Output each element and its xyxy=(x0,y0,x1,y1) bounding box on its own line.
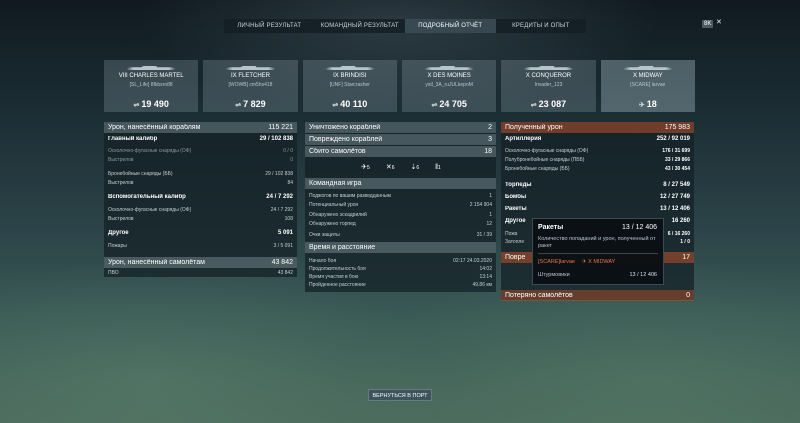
r-ap-row: Бронебойные снаряды (ББ) 43 / 30 454 xyxy=(505,166,690,172)
shots-row: Выстрелов 108 xyxy=(108,216,293,222)
destroyed-row[interactable]: Уничтожено кораблей 2 xyxy=(305,122,496,133)
bombs-row: Бомбы 12 / 27 749 xyxy=(505,194,690,200)
main-battery-row: Главный калибр 29 / 102 838 xyxy=(108,136,293,142)
ship-name: X CONQUEROR xyxy=(525,73,572,79)
spotted-torps-row: Обнаружено торпед 12 xyxy=(309,221,492,227)
ship-damage-value: ⇌ 23 087 xyxy=(530,99,567,109)
tab-detailed-report[interactable]: ПОДРОБНЫЙ ОТЧЁТ xyxy=(405,19,496,33)
ship-card[interactable]: X CONQUEROR Invader_123 ⇌ 23 087 xyxy=(501,60,596,112)
tooltip-sub-value: 13 / 12 406 xyxy=(629,272,657,278)
ship-silhouette-icon xyxy=(423,66,475,70)
secondary-row: Вспомогательный калибр 24 / 7 292 xyxy=(108,194,293,200)
fires-row: Пожары 3 / 5 091 xyxy=(108,243,293,249)
shots-row: Выстрелов 84 xyxy=(108,180,293,186)
player-name: [WOWB] cm5hs418 xyxy=(228,82,273,88)
ship-name: X DES MOINES xyxy=(427,73,471,79)
rocket-plane-icon: ‖1 xyxy=(435,163,441,171)
lost-planes-header[interactable]: Потеряно самолётов 0 xyxy=(501,290,694,301)
ship-name: IX BRINDISI xyxy=(333,73,367,79)
ship-damage-value: ⇌ 7 829 xyxy=(235,99,266,109)
rockets-tooltip: Ракеты 13 / 12 406 Количество попаданий … xyxy=(532,218,664,285)
close-icon[interactable]: ✕ xyxy=(716,18,722,26)
ship-name: X MIDWAY xyxy=(632,73,663,79)
bomber-icon: ✕6 xyxy=(385,164,395,171)
fighter-icon: ✈5 xyxy=(361,164,370,171)
tab-bar: ЛИЧНЫЙ РЕЗУЛЬТАТ КОМАНДНЫЙ РЕЗУЛЬТАТ ПОД… xyxy=(224,19,586,33)
ship-card[interactable]: IX BRINDISI [UNF] Starcrasher ⇌ 40 110 xyxy=(302,60,397,112)
battle-stats-panel: Уничтожено кораблей 2 Повреждено кораблей… xyxy=(305,122,496,292)
tooltip-description: Количество попаданий и урон, полученный … xyxy=(538,236,656,249)
player-name: Invader_123 xyxy=(534,82,563,88)
tab-team-result[interactable]: КОМАНДНЫЙ РЕЗУЛЬТАТ xyxy=(315,19,406,33)
ship-name: VIII CHARLES MARTEL xyxy=(118,73,184,79)
torpedoes-row: Торпеды 8 / 27 549 xyxy=(505,182,690,188)
team-play-header[interactable]: Командная игра xyxy=(305,178,496,189)
other-row: Другое 5 091 xyxy=(108,230,293,236)
shots-row: Выстрелов 0 xyxy=(108,157,293,163)
ship-silhouette-icon xyxy=(523,66,574,70)
ship-silhouette-icon xyxy=(126,66,177,70)
player-name: [SL_Life] 8fkbsrn88 xyxy=(129,82,173,88)
ship-cards: VIII CHARLES MARTEL [SL_Life] 8fkbsrn88 … xyxy=(104,60,695,112)
tooltip-sub-label: Штурмовики xyxy=(538,272,570,278)
torpedo-icon: ⇌ xyxy=(235,102,242,109)
return-to-port-button[interactable]: ВЕРНУТЬСЯ В ПОРТ xyxy=(368,389,432,401)
planes-downed-row[interactable]: Сбито самолётов 18 xyxy=(305,146,496,157)
tooltip-ship: ✈ X MIDWAY xyxy=(582,259,616,265)
damage-dealt-panel: Урон, нанесённый кораблям 115 221 Главны… xyxy=(104,122,297,277)
ship-damage-value: ⇌ 19 490 xyxy=(133,99,169,109)
tab-credits-xp[interactable]: КРЕДИТЫ И ОПЫТ xyxy=(496,19,587,33)
plane-icon: ✈ xyxy=(638,102,645,109)
tab-personal-result[interactable]: ЛИЧНЫЙ РЕЗУЛЬТАТ xyxy=(224,19,315,33)
torpedo-icon: ⇌ xyxy=(530,102,537,109)
potential-damage-row: Потенциальный урон 2 154 904 xyxy=(309,202,492,208)
ship-card[interactable]: X MIDWAY [SCARE] larvae ✈ 18 xyxy=(600,60,695,112)
time-distance-header[interactable]: Время и расстояние xyxy=(305,242,496,253)
ship-card[interactable]: IX FLETCHER [WOWB] cm5hs418 ⇌ 7 829 xyxy=(203,60,298,112)
distance-row: Пройденное расстояние 49.86 км xyxy=(309,282,492,288)
tooltip-value: 13 / 12 406 xyxy=(621,224,657,231)
resolution-badge: 8K xyxy=(702,20,714,28)
ship-silhouette-icon xyxy=(324,66,375,70)
aa-row: ПВО 43 842 xyxy=(108,270,293,276)
damaged-row[interactable]: Повреждено кораблей 3 xyxy=(305,134,496,145)
rockets-row[interactable]: Ракеты 13 / 12 406 xyxy=(501,204,694,214)
torpedo-icon: ⇌ xyxy=(133,102,140,109)
torpedo-bomber-icon: ⇣6 xyxy=(410,164,420,171)
ship-damage-value: ⇌ 24 705 xyxy=(431,99,467,109)
player-name: ystl_3A_ruJULkepoM xyxy=(425,82,473,88)
dmg-ships-header[interactable]: Урон, нанесённый кораблям 115 221 xyxy=(104,122,297,133)
ship-card[interactable]: VIII CHARLES MARTEL [SL_Life] 8fkbsrn88 … xyxy=(104,60,199,112)
torpedo-icon: ⇌ xyxy=(332,102,339,109)
ship-card[interactable]: X DES MOINES ystl_3A_ruJULkepoM ⇌ 24 705 xyxy=(401,60,497,112)
ship-name: IX FLETCHER xyxy=(230,73,270,79)
ship-silhouette-icon xyxy=(622,66,673,70)
ship-planes-value: ✈ 18 xyxy=(638,99,657,109)
player-name: [UNF] Starcrasher xyxy=(329,82,370,88)
tooltip-player: [SCARE]larvae xyxy=(538,259,575,265)
received-damage-header[interactable]: Полученный урон 175 983 xyxy=(501,122,694,133)
ship-silhouette-icon xyxy=(225,66,276,70)
dmg-planes-header[interactable]: Урон, нанесённый самолётам 43 842 xyxy=(104,257,297,268)
torpedo-icon: ⇌ xyxy=(431,102,438,109)
defense-row: Очки защиты 31 / 39 xyxy=(309,232,492,238)
player-name: [SCARE] larvae xyxy=(630,82,666,88)
tooltip-divider xyxy=(538,253,658,254)
tooltip-title: Ракеты xyxy=(538,224,564,231)
artillery-row: Артиллерия 252 / 92 019 xyxy=(505,136,690,142)
ship-damage-value: ⇌ 40 110 xyxy=(332,99,368,109)
plane-types-row: ✈5 ✕6 ⇣6 ‖1 xyxy=(306,161,496,173)
